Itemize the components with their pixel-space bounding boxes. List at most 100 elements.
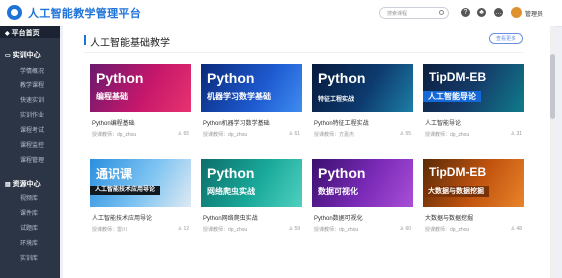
- user-icon: ♙: [288, 226, 294, 232]
- course-name[interactable]: 人工智能技术应用导论: [92, 213, 152, 222]
- student-count-value: 48: [516, 226, 522, 232]
- student-count-value: 55: [405, 131, 411, 137]
- scrollbar-thumb[interactable]: [550, 54, 555, 119]
- course-name[interactable]: 大数据与数据挖掘: [425, 213, 473, 222]
- course-name[interactable]: Python数据可视化: [314, 213, 363, 222]
- sidebar-item-home[interactable]: ◆ 平台首页: [0, 28, 60, 38]
- sidebar-group-teaching-label: 实训中心: [12, 52, 41, 59]
- course-cover[interactable]: Python 数据可视化: [312, 159, 413, 207]
- cover-title: Python: [318, 165, 366, 181]
- search-input[interactable]: 搜索课程: [379, 7, 449, 19]
- cover-title: 通识课: [96, 167, 133, 181]
- user-icon: ♙: [399, 131, 405, 137]
- cover-title: TipDM-EB: [429, 165, 487, 179]
- course-card[interactable]: Python 特征工程实战 Python特征工程实战 授课教师：方嘉杰 ♙ 55: [312, 64, 413, 146]
- course-teacher: 授课教师：方嘉杰: [314, 132, 355, 138]
- home-icon: ◆: [5, 31, 10, 37]
- course-teacher: 授课教师：dp_zhou: [425, 132, 470, 138]
- student-count: ♙ 55: [400, 131, 411, 137]
- course-name[interactable]: Python机器学习数学基础: [203, 118, 270, 127]
- folder-icon: ▤: [5, 182, 11, 188]
- student-count: ♙ 48: [511, 226, 522, 232]
- cover-title: Python: [207, 165, 255, 181]
- main-content: 人工智能基础教学 查看更多 Python 编程基础 Python编程基础 授课教…: [63, 26, 555, 278]
- avatar[interactable]: [511, 7, 522, 18]
- student-count: ♙ 61: [289, 131, 300, 137]
- search-placeholder: 搜索课程: [387, 11, 408, 17]
- course-name[interactable]: Python网络爬虫实战: [203, 213, 258, 222]
- course-cover[interactable]: Python 编程基础: [90, 64, 191, 112]
- cover-title: TipDM-EB: [429, 70, 487, 84]
- course-cover[interactable]: 通识课 人工智能技术应用导论: [90, 159, 191, 207]
- course-card[interactable]: Python 机器学习数学基础 Python机器学习数学基础 授课教师：dp_z…: [201, 64, 302, 146]
- course-cover[interactable]: TipDM-EB 人工智能导论: [423, 64, 524, 112]
- course-teacher: 授课教师：雷川: [92, 227, 128, 233]
- top-bar: 人工智能教学管理平台 搜索课程 ? ♣ … 管理员: [0, 0, 562, 27]
- sidebar-group-resource[interactable]: ▤ 资源中心: [0, 179, 60, 189]
- student-count-value: 31: [516, 131, 522, 137]
- student-count-value: 65: [183, 131, 189, 137]
- student-count: ♙ 60: [400, 226, 411, 232]
- cover-subtitle: 人工智能技术应用导论: [90, 186, 161, 195]
- user-icon: ♙: [510, 226, 516, 232]
- user-icon: ♙: [177, 226, 183, 232]
- course-card[interactable]: 通识课 人工智能技术应用导论 人工智能技术应用导论 授课教师：雷川 ♙ 12: [90, 159, 191, 241]
- section-marker: [84, 35, 86, 45]
- course-name[interactable]: Python编程基础: [92, 118, 135, 127]
- course-teacher: 授课教师：dp_zhou: [203, 227, 248, 233]
- sidebar-group-teaching[interactable]: ▭ 实训中心: [0, 50, 60, 60]
- student-count-value: 60: [405, 226, 411, 232]
- sidebar: ◆ 平台首页 ▭ 实训中心 学情概况 教学课程 快速实训 实训作业 课程考试 课…: [0, 26, 60, 278]
- cover-subtitle: 人工智能导论: [423, 91, 481, 102]
- course-teacher: 授课教师：dp_zhou: [314, 227, 359, 233]
- course-card[interactable]: TipDM-EB 大数据与数据挖掘 大数据与数据挖掘 授课教师：dp_zhou …: [423, 159, 524, 241]
- course-teacher: 授课教师：dp_zhou: [203, 132, 248, 138]
- search-icon[interactable]: [439, 10, 444, 15]
- student-count: ♙ 31: [511, 131, 522, 137]
- student-count-value: 61: [294, 131, 300, 137]
- student-count-value: 12: [183, 226, 189, 232]
- user-icon: ♙: [177, 131, 183, 137]
- course-teacher: 授课教师：dp_zhou: [425, 227, 470, 233]
- course-cover[interactable]: Python 网络爬虫实战: [201, 159, 302, 207]
- student-count-value: 59: [294, 226, 300, 232]
- user-icon: ♙: [288, 131, 294, 137]
- course-name[interactable]: 人工智能导论: [425, 118, 461, 127]
- user-icon: ♙: [399, 226, 405, 232]
- cover-subtitle: 数据可视化: [318, 187, 358, 196]
- cover-subtitle: 机器学习数学基础: [207, 92, 271, 101]
- monitor-icon: ▭: [5, 53, 11, 59]
- cover-title: Python: [96, 70, 144, 86]
- cover-title: Python: [207, 70, 255, 86]
- user-icon: ♙: [510, 131, 516, 137]
- course-card[interactable]: Python 网络爬虫实战 Python网络爬虫实战 授课教师：dp_zhou …: [201, 159, 302, 241]
- vertical-scrollbar[interactable]: [550, 26, 555, 278]
- student-count: ♙ 65: [178, 131, 189, 137]
- help-icon[interactable]: ?: [461, 8, 470, 17]
- notification-icon[interactable]: ♣: [477, 8, 486, 17]
- cover-subtitle: 网络爬虫实战: [207, 187, 255, 196]
- course-teacher: 授课教师：dp_zhou: [92, 132, 137, 138]
- course-name[interactable]: Python特征工程实战: [314, 118, 369, 127]
- course-cover[interactable]: Python 机器学习数学基础: [201, 64, 302, 112]
- student-count: ♙ 12: [178, 226, 189, 232]
- message-icon[interactable]: …: [494, 8, 503, 17]
- course-card[interactable]: Python 数据可视化 Python数据可视化 授课教师：dp_zhou ♙ …: [312, 159, 413, 241]
- cover-subtitle: 特征工程实战: [318, 97, 355, 103]
- course-card[interactable]: TipDM-EB 人工智能导论 人工智能导论 授课教师：dp_zhou ♙ 31: [423, 64, 524, 146]
- logo-icon: [7, 5, 22, 20]
- view-more-button[interactable]: 查看更多: [489, 33, 523, 44]
- student-count: ♙ 59: [289, 226, 300, 232]
- course-cover[interactable]: TipDM-EB 大数据与数据挖掘: [423, 159, 524, 207]
- cover-subtitle: 编程基础: [96, 92, 128, 101]
- app-title: 人工智能教学管理平台: [28, 8, 141, 20]
- user-name[interactable]: 管理员: [525, 9, 543, 18]
- sidebar-item-home-label: 平台首页: [11, 30, 40, 37]
- cover-subtitle: 大数据与数据挖掘: [423, 186, 489, 197]
- sidebar-group-resource-label: 资源中心: [12, 181, 41, 188]
- section-title: 人工智能基础教学: [90, 38, 170, 49]
- section-divider: [84, 52, 523, 53]
- course-card[interactable]: Python 编程基础 Python编程基础 授课教师：dp_zhou ♙ 65: [90, 64, 191, 146]
- cover-title: Python: [318, 70, 366, 86]
- course-cover[interactable]: Python 特征工程实战: [312, 64, 413, 112]
